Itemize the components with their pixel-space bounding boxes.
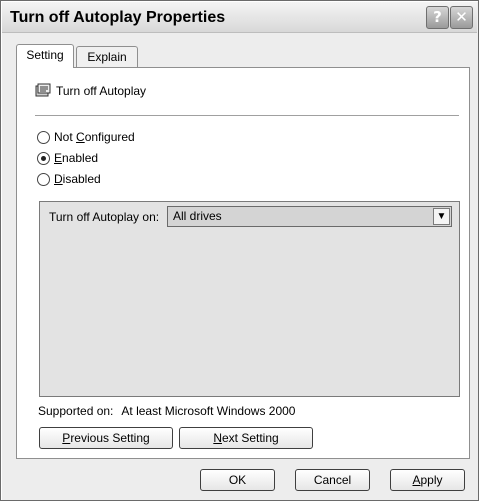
setting-panel: Turn off Autoplay Not Configured Enabled… <box>16 67 470 459</box>
apply-button[interactable]: Apply <box>390 469 465 491</box>
supported-on: Supported on: At least Microsoft Windows … <box>38 404 295 418</box>
radio-not-configured-label: Not Configured <box>54 130 135 144</box>
help-button[interactable]: ? <box>426 6 449 29</box>
autoplay-option-label: Turn off Autoplay on: <box>49 210 160 224</box>
drives-dropdown[interactable]: All drives ▼ <box>167 206 452 227</box>
properties-dialog: Turn off Autoplay Properties ? ✕ Setting… <box>0 0 479 501</box>
options-box: Turn off Autoplay on: All drives ▼ <box>39 201 460 397</box>
supported-label: Supported on: <box>38 404 114 418</box>
ok-button[interactable]: OK <box>200 469 275 491</box>
policy-settings-icon <box>35 83 51 97</box>
next-setting-button[interactable]: Next Setting <box>179 427 313 449</box>
dropdown-value: All drives <box>173 209 222 223</box>
radio-disabled-label: Disabled <box>54 172 101 186</box>
cancel-button[interactable]: Cancel <box>295 469 370 491</box>
previous-setting-button[interactable]: Previous Setting <box>39 427 173 449</box>
radio-circle <box>37 131 50 144</box>
supported-value: At least Microsoft Windows 2000 <box>121 404 296 418</box>
window-title: Turn off Autoplay Properties <box>10 9 226 26</box>
radio-enabled-label: Enabled <box>54 151 99 165</box>
tab-explain[interactable]: Explain <box>76 46 138 67</box>
tab-setting[interactable]: Setting <box>16 44 74 68</box>
radio-circle <box>37 173 50 186</box>
radio-selected-dot <box>41 156 46 161</box>
close-button[interactable]: ✕ <box>450 6 473 29</box>
divider <box>35 115 459 116</box>
chevron-down-icon[interactable]: ▼ <box>433 208 450 225</box>
title-bar[interactable]: Turn off Autoplay Properties ? ✕ <box>2 2 477 33</box>
policy-name: Turn off Autoplay <box>56 84 147 98</box>
radio-circle <box>37 152 50 165</box>
